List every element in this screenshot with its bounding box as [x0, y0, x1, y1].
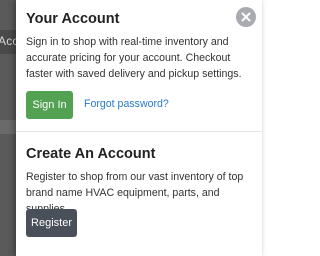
your-account-title: Your Account — [26, 11, 120, 27]
your-account-description: Sign in to shop with real-time inventory… — [26, 36, 242, 80]
section-divider — [16, 131, 262, 132]
page-backdrop: Acc — [0, 0, 16, 256]
create-account-title: Create An Account — [26, 146, 156, 162]
backdrop-lower-band — [0, 120, 16, 134]
sign-in-button[interactable]: Sign In — [26, 91, 73, 119]
register-button[interactable]: Register — [26, 209, 77, 237]
close-button[interactable] — [236, 7, 256, 27]
account-flyout-panel: Your Account Sign in to shop with real-t… — [16, 0, 262, 256]
forgot-password-link[interactable]: Forgot password? — [84, 98, 169, 110]
backdrop-edge-text: Acc — [0, 34, 16, 48]
close-icon — [241, 12, 251, 22]
